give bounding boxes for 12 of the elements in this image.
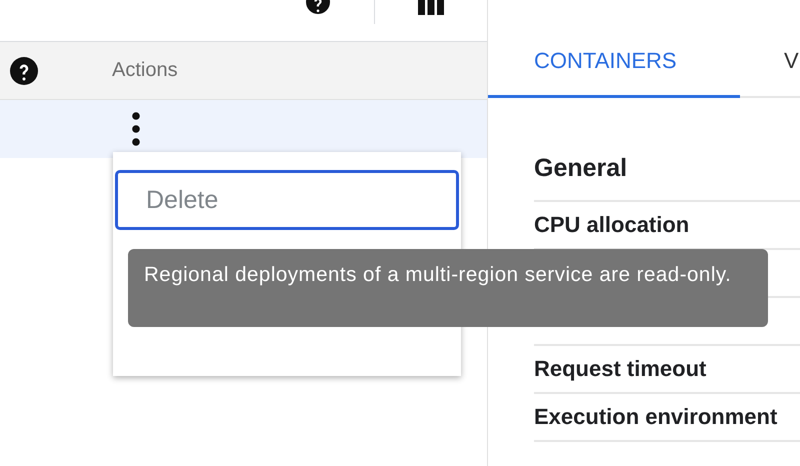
setting-label: CPU allocation [534,212,690,238]
setting-label: Request timeout [534,356,706,382]
column-header: Actions [112,59,178,82]
help-icon[interactable] [10,56,38,84]
more-icon[interactable] [132,112,140,146]
section-title: General [534,98,800,202]
help-icon[interactable] [305,0,331,14]
tooltip: Regional deployments of a multi-region service are read-only. [128,249,768,327]
setting-label: Execution environment [534,404,778,430]
columns-icon[interactable] [418,0,444,15]
tab[interactable]: V [740,0,799,98]
tab[interactable]: CONTAINERS [488,0,740,98]
